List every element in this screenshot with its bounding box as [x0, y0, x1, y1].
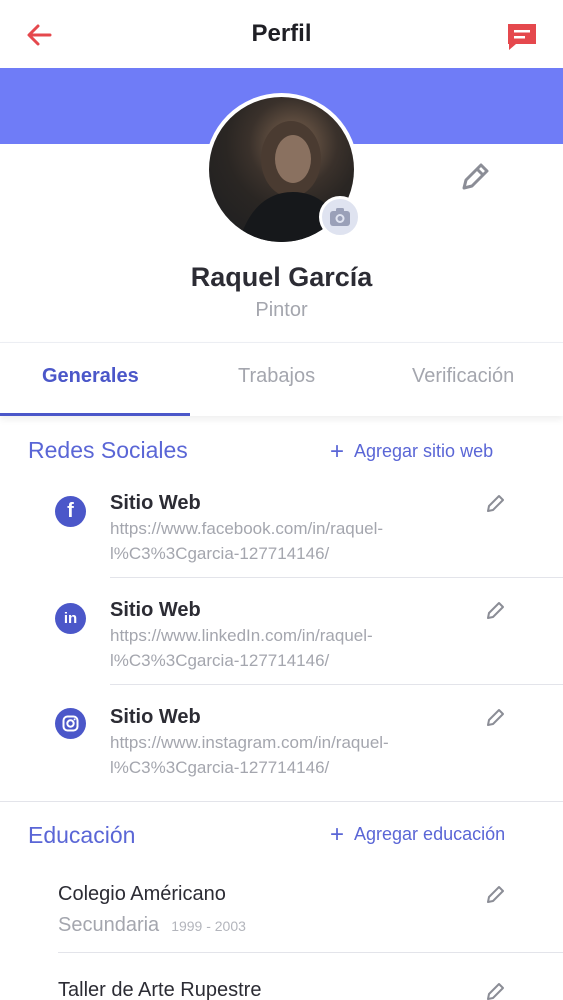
page-title: Perfil — [251, 20, 312, 47]
active-tab-indicator — [0, 413, 190, 416]
add-education-button[interactable]: + Agregar educación — [330, 820, 506, 848]
profile-role: Pintor — [255, 299, 308, 321]
section-title-social: Redes Sociales — [28, 437, 188, 463]
tab-generales[interactable]: Generales — [42, 365, 139, 388]
social-item-url: https://www.linkedIn.com/in/raquel- l%C3… — [110, 626, 373, 670]
camera-icon[interactable] — [319, 196, 361, 238]
education-item-years: 1999 - 2003 — [171, 918, 246, 934]
top-bar: Perfil — [0, 0, 563, 68]
add-website-label: Agregar sitio web — [354, 441, 494, 461]
plus-icon: + — [330, 820, 345, 848]
tab-verificacion[interactable]: Verificación — [412, 365, 514, 388]
add-education-label: Agregar educación — [354, 824, 506, 844]
section-divider — [0, 801, 563, 802]
education-item-title: Taller de Arte Rupestre — [58, 979, 262, 1000]
instagram-icon[interactable] — [55, 708, 86, 739]
tab-trabajos[interactable]: Trabajos — [238, 365, 315, 388]
social-item-title: Sitio Web — [110, 706, 201, 728]
tab-bar: Generales Trabajos Verificación — [0, 342, 563, 416]
message-icon[interactable] — [505, 20, 539, 54]
add-website-button[interactable]: + Agregar sitio web — [330, 437, 494, 465]
social-item-url: https://www.facebook.com/in/raquel- l%C3… — [110, 519, 384, 563]
edit-pencil-icon[interactable] — [484, 493, 506, 515]
social-item-title: Sitio Web — [110, 492, 201, 514]
section-title-education: Educación — [28, 822, 136, 848]
facebook-icon[interactable]: f — [55, 496, 86, 527]
social-item-title: Sitio Web — [110, 599, 201, 621]
edit-pencil-icon[interactable] — [484, 981, 506, 1000]
education-item-title: Colegio Américano — [58, 883, 226, 905]
divider — [58, 952, 563, 953]
social-item-url: https://www.instagram.com/in/raquel- l%C… — [110, 733, 389, 777]
profile-name: Raquel García — [190, 262, 373, 292]
plus-icon: + — [330, 437, 345, 465]
education-item-level: Secundaria 1999 - 2003 — [58, 914, 246, 936]
edit-pencil-icon[interactable] — [484, 600, 506, 622]
edit-pencil-icon[interactable] — [458, 160, 492, 194]
divider — [110, 684, 563, 685]
edit-pencil-icon[interactable] — [484, 884, 506, 906]
linkedin-icon[interactable]: in — [55, 603, 86, 634]
edit-pencil-icon[interactable] — [484, 707, 506, 729]
divider — [110, 577, 563, 578]
